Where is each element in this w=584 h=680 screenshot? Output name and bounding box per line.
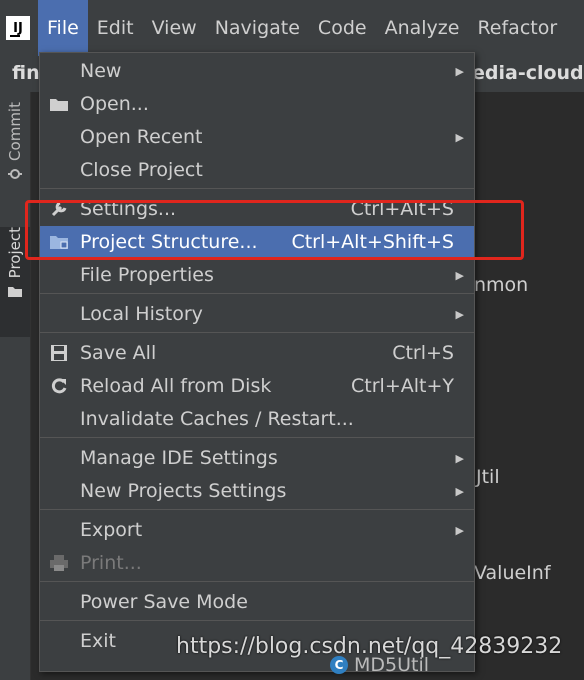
menu-item-power-save-mode[interactable]: Power Save Mode: [40, 586, 474, 618]
menu-view[interactable]: View: [143, 0, 206, 56]
red-highlight-box: [25, 200, 524, 260]
menu-item-new-projects-settings[interactable]: New Projects Settings ▶: [40, 475, 474, 507]
menu-separator: [40, 188, 474, 189]
menu-item-label: New Projects Settings: [80, 480, 287, 502]
breadcrumb-module[interactable]: edia-cloud-: [472, 62, 584, 84]
menu-item-label: File Properties: [80, 264, 214, 286]
menu-item-label: Exit: [80, 630, 116, 652]
menu-analyze[interactable]: Analyze: [376, 0, 469, 56]
menu-item-label: Manage IDE Settings: [80, 447, 278, 469]
submenu-arrow-icon: ▶: [455, 130, 464, 144]
menu-separator: [40, 293, 474, 294]
menu-item-label: Save All: [80, 342, 157, 364]
tab-commit[interactable]: Commit: [0, 102, 30, 212]
folder-icon: [48, 93, 70, 115]
menu-separator: [40, 437, 474, 438]
menu-item-label: Export: [80, 519, 143, 541]
reload-icon: [48, 375, 70, 397]
menu-item-label: Power Save Mode: [80, 591, 248, 613]
menu-item-close-project[interactable]: Close Project: [40, 154, 474, 186]
menu-item-open-recent[interactable]: Open Recent ▶: [40, 121, 474, 153]
menu-item-label: Reload All from Disk: [80, 375, 272, 397]
tab-commit-label: Commit: [6, 102, 24, 161]
menu-navigate[interactable]: Navigate: [206, 0, 309, 56]
tree-node-util[interactable]: Jtil: [476, 466, 500, 488]
tree-node-valueinf[interactable]: ValueInf: [474, 562, 551, 584]
submenu-arrow-icon: ▶: [455, 523, 464, 537]
file-menu-dropdown: New ▶ Open... Open Recent ▶ Close Projec…: [39, 52, 475, 672]
menu-item-save-all[interactable]: Save All Ctrl+S: [40, 337, 474, 369]
menu-item-manage-ide-settings[interactable]: Manage IDE Settings ▶: [40, 442, 474, 474]
tree-node-common[interactable]: nmon: [474, 274, 528, 296]
menu-item-label: Close Project: [80, 159, 203, 181]
shortcut-label: Ctrl+S: [392, 342, 454, 364]
submenu-arrow-icon: ▶: [455, 307, 464, 321]
menu-item-export[interactable]: Export ▶: [40, 514, 474, 546]
menu-item-label: Open Recent: [80, 126, 203, 148]
folder-icon: [8, 287, 22, 298]
menu-item-label: New: [80, 60, 122, 82]
menu-file[interactable]: File: [38, 0, 88, 56]
menu-item-local-history[interactable]: Local History ▶: [40, 298, 474, 330]
menu-item-new[interactable]: New ▶: [40, 55, 474, 87]
breadcrumb-project[interactable]: fin: [12, 62, 40, 84]
menu-item-label: Invalidate Caches / Restart...: [80, 408, 354, 430]
shortcut-label: Ctrl+Alt+Y: [351, 375, 454, 397]
menu-item-label: Open...: [80, 93, 149, 115]
main-menubar: IJ File Edit View Navigate Code Analyze …: [0, 0, 584, 56]
menu-separator: [40, 620, 474, 621]
menu-item-invalidate-caches[interactable]: Invalidate Caches / Restart...: [40, 403, 474, 435]
menu-item-label: Print...: [80, 552, 142, 574]
tab-project-label: Project: [6, 227, 24, 279]
menu-item-print: Print...: [40, 547, 474, 579]
menu-separator: [40, 581, 474, 582]
menu-separator: [40, 509, 474, 510]
menu-item-label: Local History: [80, 303, 203, 325]
intellij-logo-icon: IJ: [6, 16, 30, 40]
commit-icon: [8, 168, 22, 179]
submenu-arrow-icon: ▶: [455, 64, 464, 78]
menu-code[interactable]: Code: [309, 0, 376, 56]
menu-refactor[interactable]: Refactor: [468, 0, 566, 56]
save-icon: [48, 342, 70, 364]
menu-item-open[interactable]: Open...: [40, 88, 474, 120]
menu-item-reload-all[interactable]: Reload All from Disk Ctrl+Alt+Y: [40, 370, 474, 402]
tool-window-strip: Commit Project: [0, 92, 31, 680]
menu-item-file-properties[interactable]: File Properties ▶: [40, 259, 474, 291]
submenu-arrow-icon: ▶: [455, 451, 464, 465]
submenu-arrow-icon: ▶: [455, 484, 464, 498]
menu-edit[interactable]: Edit: [88, 0, 143, 56]
watermark-text: https://blog.csdn.net/qq_42839232: [176, 634, 563, 659]
menu-separator: [40, 332, 474, 333]
print-icon: [48, 552, 70, 574]
submenu-arrow-icon: ▶: [455, 268, 464, 282]
